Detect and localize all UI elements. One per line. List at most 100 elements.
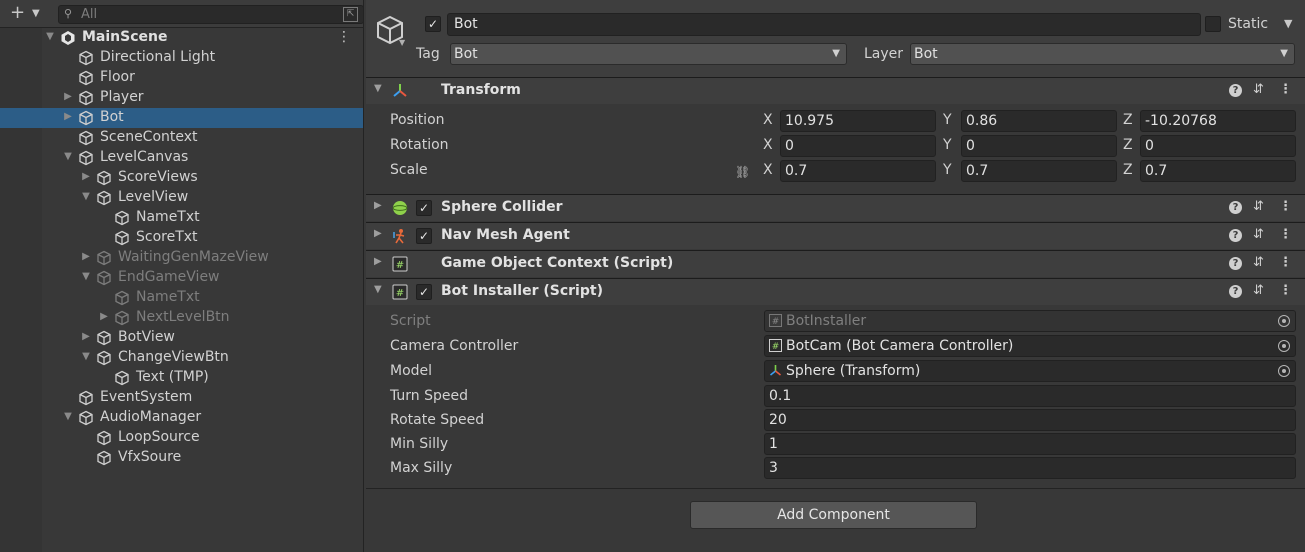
bot-installer-component-header[interactable]: ▼ # ✓ Bot Installer (Script) ? ⇵ ⋮ (366, 278, 1305, 305)
hierarchy-item[interactable]: ▼ LevelView (0, 188, 363, 208)
expand-right-icon[interactable]: ▶ (80, 331, 92, 342)
more-options-icon[interactable]: ⋮ (337, 29, 351, 45)
more-options-icon[interactable]: ⋮ (1279, 255, 1292, 270)
hierarchy-item[interactable]: ▼ LevelCanvas (0, 148, 363, 168)
static-dropdown-icon[interactable]: ▼ (1284, 17, 1292, 30)
fold-right-icon[interactable]: ▶ (374, 200, 382, 211)
expand-right-icon[interactable]: ▶ (98, 311, 110, 322)
expand-right-icon[interactable]: ▶ (62, 91, 74, 102)
expand-down-icon[interactable]: ▼ (80, 351, 92, 362)
help-icon[interactable]: ? (1229, 84, 1242, 97)
gameobject-name-field[interactable]: Bot (447, 13, 1201, 36)
position-x-field[interactable]: 10.975 (780, 110, 936, 132)
fold-down-icon[interactable]: ▼ (374, 83, 382, 94)
scale-x-field[interactable]: 0.7 (780, 160, 936, 182)
hierarchy-item[interactable]: ▼ EndGameView (0, 268, 363, 288)
axis-y-label[interactable]: Y (943, 137, 952, 153)
rotation-z-field[interactable]: 0 (1140, 135, 1296, 157)
hierarchy-item[interactable]: ▶ WaitingGenMazeView (0, 248, 363, 268)
hierarchy-item[interactable]: SceneContext (0, 128, 363, 148)
fold-right-icon[interactable]: ▶ (374, 256, 382, 267)
presets-icon[interactable]: ⇵ (1253, 227, 1264, 242)
help-icon[interactable]: ? (1229, 229, 1242, 242)
expand-right-icon[interactable]: ▶ (80, 251, 92, 262)
filter-icon[interactable]: ⇱ (343, 7, 358, 22)
hierarchy-item[interactable]: ▶ Player (0, 88, 363, 108)
game-object-context-component-header[interactable]: ▶ # Game Object Context (Script) ? ⇵ ⋮ (366, 250, 1305, 277)
position-z-field[interactable]: -10.20768 (1140, 110, 1296, 132)
presets-icon[interactable]: ⇵ (1253, 82, 1264, 97)
layer-dropdown[interactable]: Bot ▼ (910, 43, 1295, 65)
hierarchy-item[interactable]: ▶ Bot (0, 108, 363, 128)
tag-dropdown[interactable]: Bot ▼ (450, 43, 847, 65)
rotation-y-field[interactable]: 0 (961, 135, 1117, 157)
component-enabled-checkbox[interactable]: ✓ (416, 228, 432, 244)
fold-right-icon[interactable]: ▶ (374, 228, 382, 239)
more-options-icon[interactable]: ⋮ (1279, 199, 1292, 214)
object-picker-icon[interactable] (1278, 340, 1290, 352)
expand-right-icon[interactable]: ▶ (62, 111, 74, 122)
expand-right-icon[interactable]: ▶ (80, 171, 92, 182)
add-component-button[interactable]: Add Component (690, 501, 977, 529)
hierarchy-item[interactable]: LoopSource (0, 428, 363, 448)
hierarchy-item[interactable]: ▶ BotView (0, 328, 363, 348)
expand-down-icon[interactable]: ▼ (62, 151, 74, 162)
expand-down-icon[interactable]: ▼ (80, 191, 92, 202)
presets-icon[interactable]: ⇵ (1253, 199, 1264, 214)
hierarchy-search-input[interactable] (81, 6, 321, 23)
axis-z-label[interactable]: Z (1123, 162, 1133, 178)
axis-x-label[interactable]: X (763, 112, 773, 128)
object-picker-icon[interactable] (1278, 365, 1290, 377)
hierarchy-item[interactable]: EventSystem (0, 388, 363, 408)
constrain-proportions-icon[interactable]: ⛓ (735, 165, 750, 179)
model-field[interactable]: Sphere (Transform) (764, 360, 1296, 382)
axis-x-label[interactable]: X (763, 162, 773, 178)
fold-down-icon[interactable]: ▼ (374, 284, 382, 295)
hierarchy-item[interactable]: ▶ ScoreViews (0, 168, 363, 188)
more-options-icon[interactable]: ⋮ (1279, 82, 1292, 97)
hierarchy-item[interactable]: Text (TMP) (0, 368, 363, 388)
axis-z-label[interactable]: Z (1123, 137, 1133, 153)
hierarchy-item[interactable]: ▼ ChangeViewBtn (0, 348, 363, 368)
axis-y-label[interactable]: Y (943, 162, 952, 178)
hierarchy-search[interactable]: ⚲ ⇱ (58, 5, 363, 24)
expand-down-icon[interactable]: ▼ (62, 411, 74, 422)
presets-icon[interactable]: ⇵ (1253, 283, 1264, 298)
axis-x-label[interactable]: X (763, 137, 773, 153)
rotation-x-field[interactable]: 0 (780, 135, 936, 157)
hierarchy-item[interactable]: ▼ AudioManager (0, 408, 363, 428)
hierarchy-item[interactable]: ScoreTxt (0, 228, 363, 248)
min-silly-field[interactable]: 1 (764, 433, 1296, 455)
sphere-collider-component-header[interactable]: ▶ ✓ Sphere Collider ? ⇵ ⋮ (366, 194, 1305, 221)
chevron-down-icon[interactable]: ▼ (399, 38, 405, 47)
expand-down-icon[interactable]: ▼ (44, 31, 56, 42)
position-y-field[interactable]: 0.86 (961, 110, 1117, 132)
turn-speed-field[interactable]: 0.1 (764, 385, 1296, 407)
component-enabled-checkbox[interactable]: ✓ (416, 284, 432, 300)
scene-row[interactable]: ▼ MainScene ⋮ (0, 28, 363, 48)
hierarchy-item[interactable]: NameTxt (0, 288, 363, 308)
axis-y-label[interactable]: Y (943, 112, 952, 128)
static-checkbox[interactable] (1205, 16, 1221, 32)
expand-down-icon[interactable]: ▼ (80, 271, 92, 282)
nav-mesh-agent-component-header[interactable]: ▶ ✓ Nav Mesh Agent ? ⇵ ⋮ (366, 222, 1305, 249)
more-options-icon[interactable]: ⋮ (1279, 227, 1292, 242)
transform-component-header[interactable]: ▼ Transform ? ⇵ ⋮ (366, 77, 1305, 104)
hierarchy-item[interactable]: Floor (0, 68, 363, 88)
axis-z-label[interactable]: Z (1123, 112, 1133, 128)
help-icon[interactable]: ? (1229, 257, 1242, 270)
scale-y-field[interactable]: 0.7 (961, 160, 1117, 182)
presets-icon[interactable]: ⇵ (1253, 255, 1264, 270)
help-icon[interactable]: ? (1229, 285, 1242, 298)
more-options-icon[interactable]: ⋮ (1279, 283, 1292, 298)
camera-controller-field[interactable]: # BotCam (Bot Camera Controller) (764, 335, 1296, 357)
component-enabled-checkbox[interactable]: ✓ (416, 200, 432, 216)
create-dropdown-button[interactable]: + ▼ (6, 4, 46, 23)
help-icon[interactable]: ? (1229, 201, 1242, 214)
scale-z-field[interactable]: 0.7 (1140, 160, 1296, 182)
hierarchy-item[interactable]: Directional Light (0, 48, 363, 68)
active-checkbox[interactable]: ✓ (425, 16, 441, 32)
hierarchy-item[interactable]: VfxSoure (0, 448, 363, 468)
hierarchy-item[interactable]: ▶ NextLevelBtn (0, 308, 363, 328)
rotate-speed-field[interactable]: 20 (764, 409, 1296, 431)
